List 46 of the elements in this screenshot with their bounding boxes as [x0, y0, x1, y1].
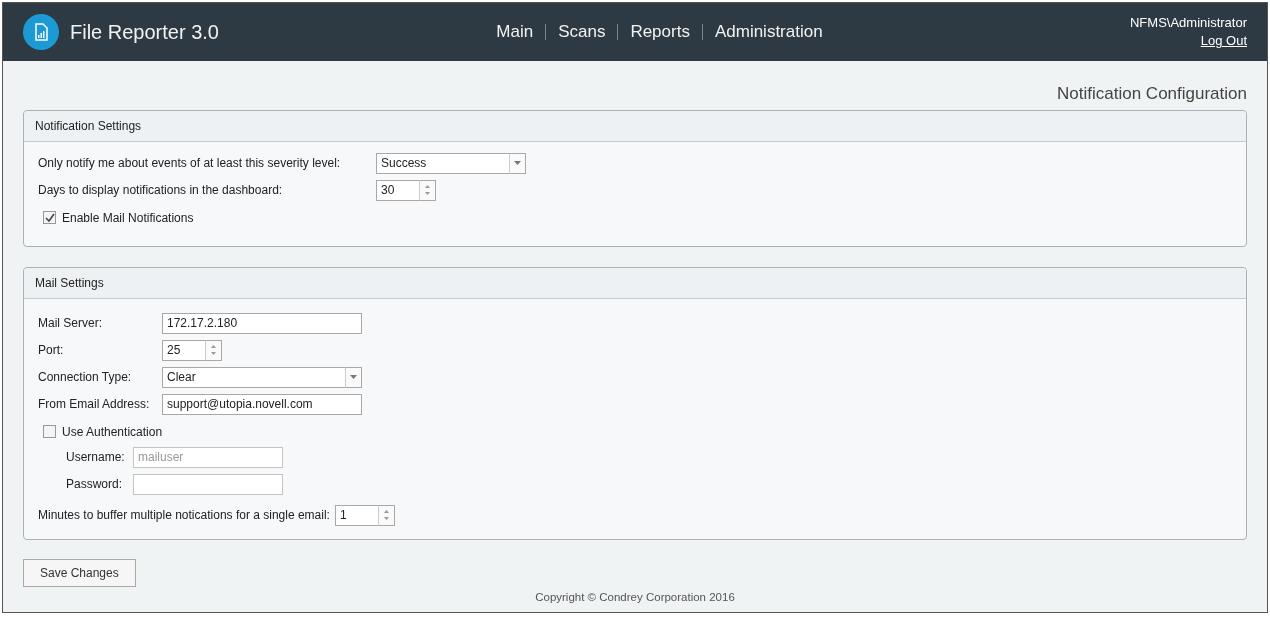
- logout-link[interactable]: Log Out: [1200, 33, 1247, 48]
- input-field[interactable]: 172.17.2.180: [162, 312, 362, 334]
- number-field[interactable]: 25: [162, 339, 205, 361]
- checkbox-label: Use Authentication: [62, 423, 163, 441]
- dropdown-field[interactable]: Clear: [162, 366, 345, 388]
- spin-down-icon: [211, 352, 216, 355]
- input-field[interactable]: support@utopia.novell.com: [162, 393, 362, 415]
- checkbox[interactable]: [43, 425, 56, 438]
- page-title: Notification Configuration: [1056, 83, 1248, 105]
- panel-title: Notification Settings: [24, 110, 1246, 142]
- caret-icon: [350, 375, 357, 379]
- dropdown-toggle[interactable]: [509, 152, 526, 174]
- spin-down-icon: [383, 517, 389, 520]
- field-label: Minutes to buffer multiple notications for a single email:: [38, 507, 330, 524]
- nav-link[interactable]: Scans: [545, 24, 618, 40]
- checkbox[interactable]: [43, 211, 56, 224]
- number-field[interactable]: 1: [334, 504, 378, 526]
- spin-up-icon: [211, 345, 216, 348]
- field-label: Only notify me about events of at least this severity level:: [38, 155, 342, 172]
- spinner-buttons[interactable]: [205, 339, 222, 361]
- spin-up-icon: [425, 185, 430, 188]
- spin-up-icon: [383, 510, 389, 513]
- field-label: Mail Server:: [38, 315, 103, 332]
- spin-down-icon: [425, 192, 430, 195]
- field-label: Connection Type:: [38, 369, 133, 386]
- check-icon: [44, 213, 55, 222]
- number-field[interactable]: 30: [376, 179, 419, 201]
- save-button[interactable]: Save Changes: [23, 558, 136, 587]
- caret-icon: [514, 161, 521, 165]
- nav-link[interactable]: Reports: [617, 24, 702, 40]
- field-label: Days to display notifications in the dashboard:: [38, 182, 284, 199]
- checkbox-label: Enable Mail Notifications: [62, 209, 194, 227]
- field-label: From Email Address:: [38, 396, 151, 413]
- field-label: Port:: [38, 342, 65, 359]
- nav-link[interactable]: Main: [484, 24, 546, 40]
- copyright-text: Copyright © Condrey Corporation 2016: [534, 589, 736, 605]
- app-title: File Reporter 3.0: [70, 20, 219, 45]
- panel-title: Mail Settings: [24, 267, 1246, 299]
- user-name: NFMS\Administrator: [1129, 14, 1247, 32]
- field-label: Username:: [66, 449, 126, 466]
- dropdown-field[interactable]: Success: [376, 152, 509, 174]
- field-label: Password:: [66, 476, 124, 493]
- logo-icon: [23, 14, 59, 50]
- nav-link[interactable]: Administration: [701, 24, 835, 40]
- dropdown-toggle[interactable]: [345, 366, 362, 388]
- spinner-buttons[interactable]: [419, 179, 436, 201]
